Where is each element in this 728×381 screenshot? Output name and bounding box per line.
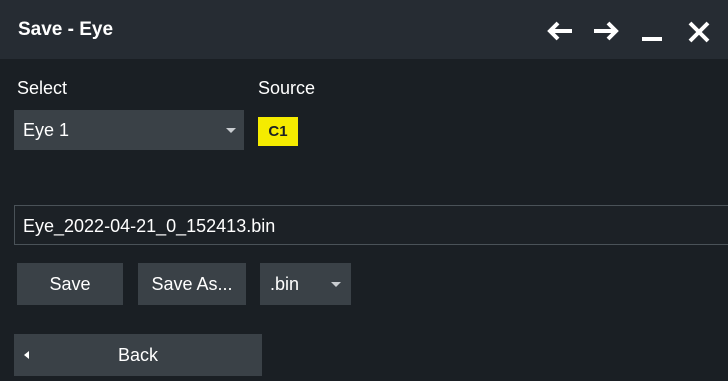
select-label: Select	[17, 78, 68, 98]
chevron-down-icon	[226, 128, 236, 133]
save-as-button[interactable]: Save As...	[138, 263, 246, 305]
filename-field[interactable]: Eye_2022-04-21_0_152413.bin	[14, 205, 728, 245]
format-dropdown[interactable]: .bin	[260, 263, 351, 305]
dialog-title: Save - Eye	[18, 19, 114, 40]
save-button[interactable]: Save	[17, 263, 123, 305]
back-arrow-icon	[24, 351, 29, 359]
arrow-left-icon[interactable]	[543, 14, 577, 48]
chevron-down-icon	[331, 282, 341, 287]
title-bar: Save - Eye	[0, 0, 728, 59]
save-eye-dialog: Save - Eye Select Source Eye 1 C1 Eye_20…	[0, 0, 728, 381]
filename-value: Eye_2022-04-21_0_152413.bin	[23, 216, 276, 236]
format-value: .bin	[270, 274, 300, 294]
close-icon[interactable]	[682, 14, 716, 48]
arrow-right-icon[interactable]	[589, 14, 623, 48]
eye-select-dropdown[interactable]: Eye 1	[14, 110, 244, 150]
back-label: Back	[117, 345, 159, 365]
eye-select-value: Eye 1	[23, 120, 70, 140]
back-button[interactable]: Back	[14, 334, 262, 376]
source-badge[interactable]: C1	[258, 117, 298, 146]
source-label: Source	[258, 78, 316, 98]
minimize-icon[interactable]	[636, 14, 670, 48]
